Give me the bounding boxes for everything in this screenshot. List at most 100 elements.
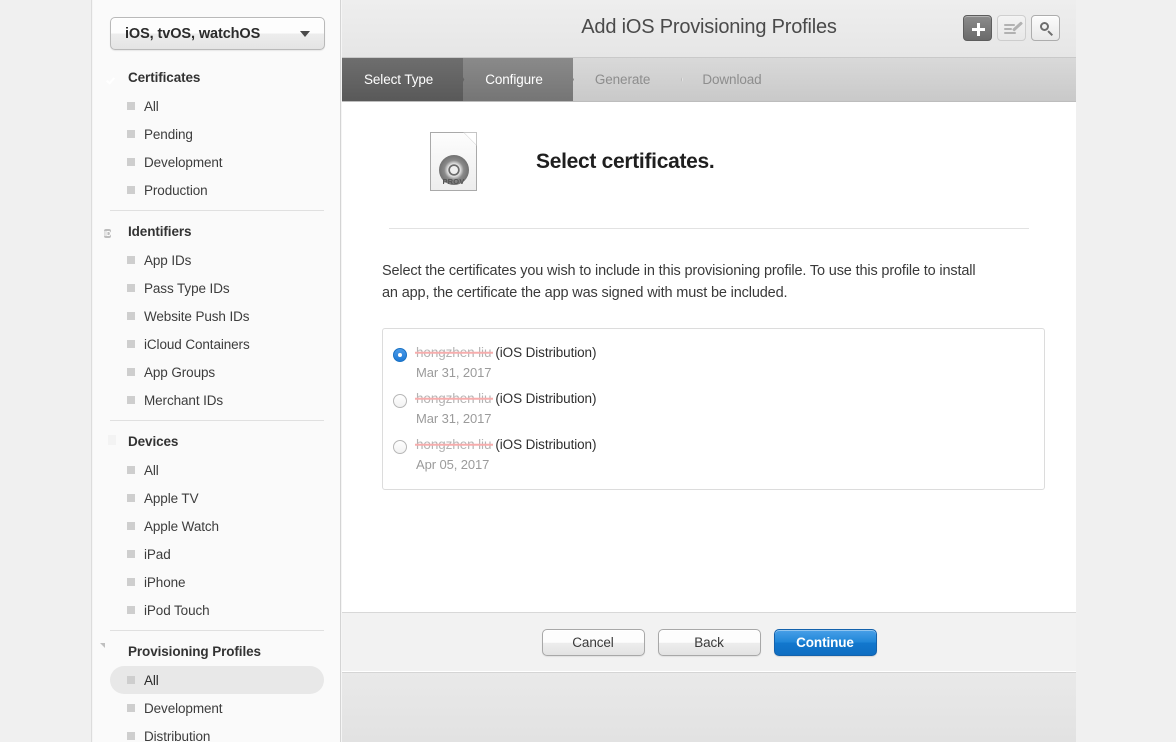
bullet-icon (127, 396, 135, 404)
main-panel: Add iOS Provisioning Profiles Select Typ… (342, 0, 1076, 742)
sidebar-section-header: Devices (93, 428, 340, 454)
wizard-step-label: Select Type (364, 72, 434, 87)
device-phone-icon (104, 433, 120, 450)
sidebar-item-label: Development (144, 700, 223, 716)
page-gutter-left (0, 0, 92, 742)
bullet-icon (127, 550, 135, 558)
certificate-type: (iOS Distribution) (495, 345, 597, 360)
sidebar-item-development[interactable]: Development (110, 148, 324, 176)
section-heading: Select certificates. (536, 149, 715, 173)
sidebar-item-label: Pass Type IDs (144, 280, 230, 296)
certificate-type: (iOS Distribution) (495, 437, 597, 452)
wizard-step-label: Configure (485, 72, 543, 87)
sidebar-item-merchant-ids[interactable]: Merchant IDs (110, 386, 324, 414)
sidebar-item-label: Pending (144, 126, 193, 142)
wizard-step-label: Generate (594, 72, 651, 87)
certificate-row[interactable]: hongzhen liu (iOS Distribution) Mar 31, 20… (383, 385, 1044, 431)
sidebar-item-distribution[interactable]: Distribution (110, 722, 324, 742)
sidebar-item-apple-watch[interactable]: Apple Watch (110, 512, 324, 540)
back-button[interactable]: Back (657, 628, 761, 656)
sidebar-item-label: Distribution (144, 728, 211, 742)
sidebar-nav: Certificates All Pending Development Product… (93, 62, 340, 742)
sidebar-item-label: Apple TV (144, 490, 199, 506)
bullet-icon (127, 466, 135, 474)
certificate-date: Mar 31, 2017 (416, 411, 492, 426)
provisioning-profile-icon: PROV (430, 132, 477, 191)
divider (389, 228, 1029, 229)
pencil-edit-icon (1004, 21, 1024, 36)
id-badge-icon-glyph: ID (104, 228, 112, 238)
bullet-icon (127, 158, 135, 166)
sidebar-section-provisioning-profiles: Provisioning Profiles All Development Distr… (93, 636, 340, 742)
bullet-icon (127, 732, 135, 740)
bullet-icon (127, 606, 135, 614)
sidebar-item-all[interactable]: All (110, 456, 324, 484)
sidebar-section-header: ID Identifiers (93, 218, 340, 244)
certificate-radio[interactable] (393, 440, 407, 454)
certificate-info: hongzhen liu (iOS Distribution) Apr 05, 20… (416, 437, 596, 472)
sidebar-item-pending[interactable]: Pending (110, 120, 324, 148)
prov-icon-label: PROV (442, 177, 465, 186)
sidebar-item-all[interactable]: All (110, 92, 324, 120)
wizard-step-select-type[interactable]: Select Type (342, 58, 465, 101)
sidebar-item-label: Development (144, 154, 223, 170)
footer-actions: Cancel Back Continue (342, 612, 1076, 671)
sidebar-item-pass-type-ids[interactable]: Pass Type IDs (110, 274, 324, 302)
sidebar-item-label: iPod Touch (144, 602, 210, 618)
certificate-radio[interactable] (393, 394, 407, 408)
wizard-step-download[interactable]: Download (680, 58, 791, 101)
bullet-icon (127, 494, 135, 502)
wizard-breadcrumb: Select Type Configure Generate Download (342, 58, 1076, 102)
page-background-bottom (342, 672, 1076, 742)
page-gutter-right (1076, 0, 1176, 742)
certificate-row[interactable]: hongzhen liu (iOS Distribution) Mar 31, 20… (383, 339, 1044, 385)
bullet-icon (127, 284, 135, 292)
plus-icon-bar (977, 22, 980, 36)
sidebar-item-website-push-ids[interactable]: Website Push IDs (110, 302, 324, 330)
wizard-step-configure[interactable]: Configure (463, 58, 574, 101)
bullet-icon (127, 102, 135, 110)
certificate-radio[interactable] (393, 348, 407, 362)
sidebar-divider (110, 420, 324, 421)
sidebar-item-apple-tv[interactable]: Apple TV (110, 484, 324, 512)
certificate-name: hongzhen liu (416, 345, 492, 360)
sidebar-item-ipod-touch[interactable]: iPod Touch (110, 596, 324, 624)
sidebar-item-label: iPad (144, 546, 171, 562)
sidebar-item-development[interactable]: Development (110, 694, 324, 722)
sidebar-item-app-ids[interactable]: App IDs (110, 246, 324, 274)
sidebar-item-label: Production (144, 182, 208, 198)
certificate-info: hongzhen liu (iOS Distribution) Mar 31, 20… (416, 391, 596, 426)
sidebar-item-all[interactable]: All (110, 666, 324, 694)
add-button[interactable] (963, 15, 992, 41)
sidebar-section-header: Provisioning Profiles (93, 638, 340, 664)
platform-select[interactable]: iOS, tvOS, watchOS (110, 17, 325, 50)
header-toolbar (963, 15, 1060, 41)
sidebar-item-app-groups[interactable]: App Groups (110, 358, 324, 386)
wizard-step-generate[interactable]: Generate (573, 58, 681, 101)
bullet-icon (127, 186, 135, 194)
doc-fold-inner (464, 133, 476, 145)
sidebar-item-label: iCloud Containers (144, 336, 250, 352)
continue-button[interactable]: Continue (773, 628, 877, 656)
sidebar-item-ipad[interactable]: iPad (110, 540, 324, 568)
sidebar-item-production[interactable]: Production (110, 176, 324, 204)
sidebar-item-label: App Groups (144, 364, 216, 380)
certificate-row[interactable]: hongzhen liu (iOS Distribution) Apr 05, 20… (383, 431, 1044, 477)
search-button[interactable] (1031, 15, 1060, 41)
bullet-icon (127, 578, 135, 586)
certificate-type: (iOS Distribution) (495, 391, 597, 406)
certificate-name-line: hongzhen liu (iOS Distribution) (416, 391, 596, 406)
certificate-list: hongzhen liu (iOS Distribution) Mar 31, 20… (382, 328, 1045, 490)
sidebar-item-iphone[interactable]: iPhone (110, 568, 324, 596)
sidebar-item-icloud-containers[interactable]: iCloud Containers (110, 330, 324, 358)
edit-button[interactable] (997, 15, 1026, 41)
bullet-icon (127, 676, 135, 684)
sidebar-item-label: App IDs (144, 252, 192, 268)
bullet-icon (127, 256, 135, 264)
bullet-icon (127, 340, 135, 348)
sidebar-section-devices: Devices All Apple TV Apple Watch iPad iPhone i… (93, 426, 340, 624)
sidebar-section-title: Provisioning Profiles (128, 643, 261, 659)
main-header: Add iOS Provisioning Profiles (342, 0, 1076, 58)
certificate-name-line: hongzhen liu (iOS Distribution) (416, 345, 596, 360)
cancel-button[interactable]: Cancel (541, 628, 645, 656)
